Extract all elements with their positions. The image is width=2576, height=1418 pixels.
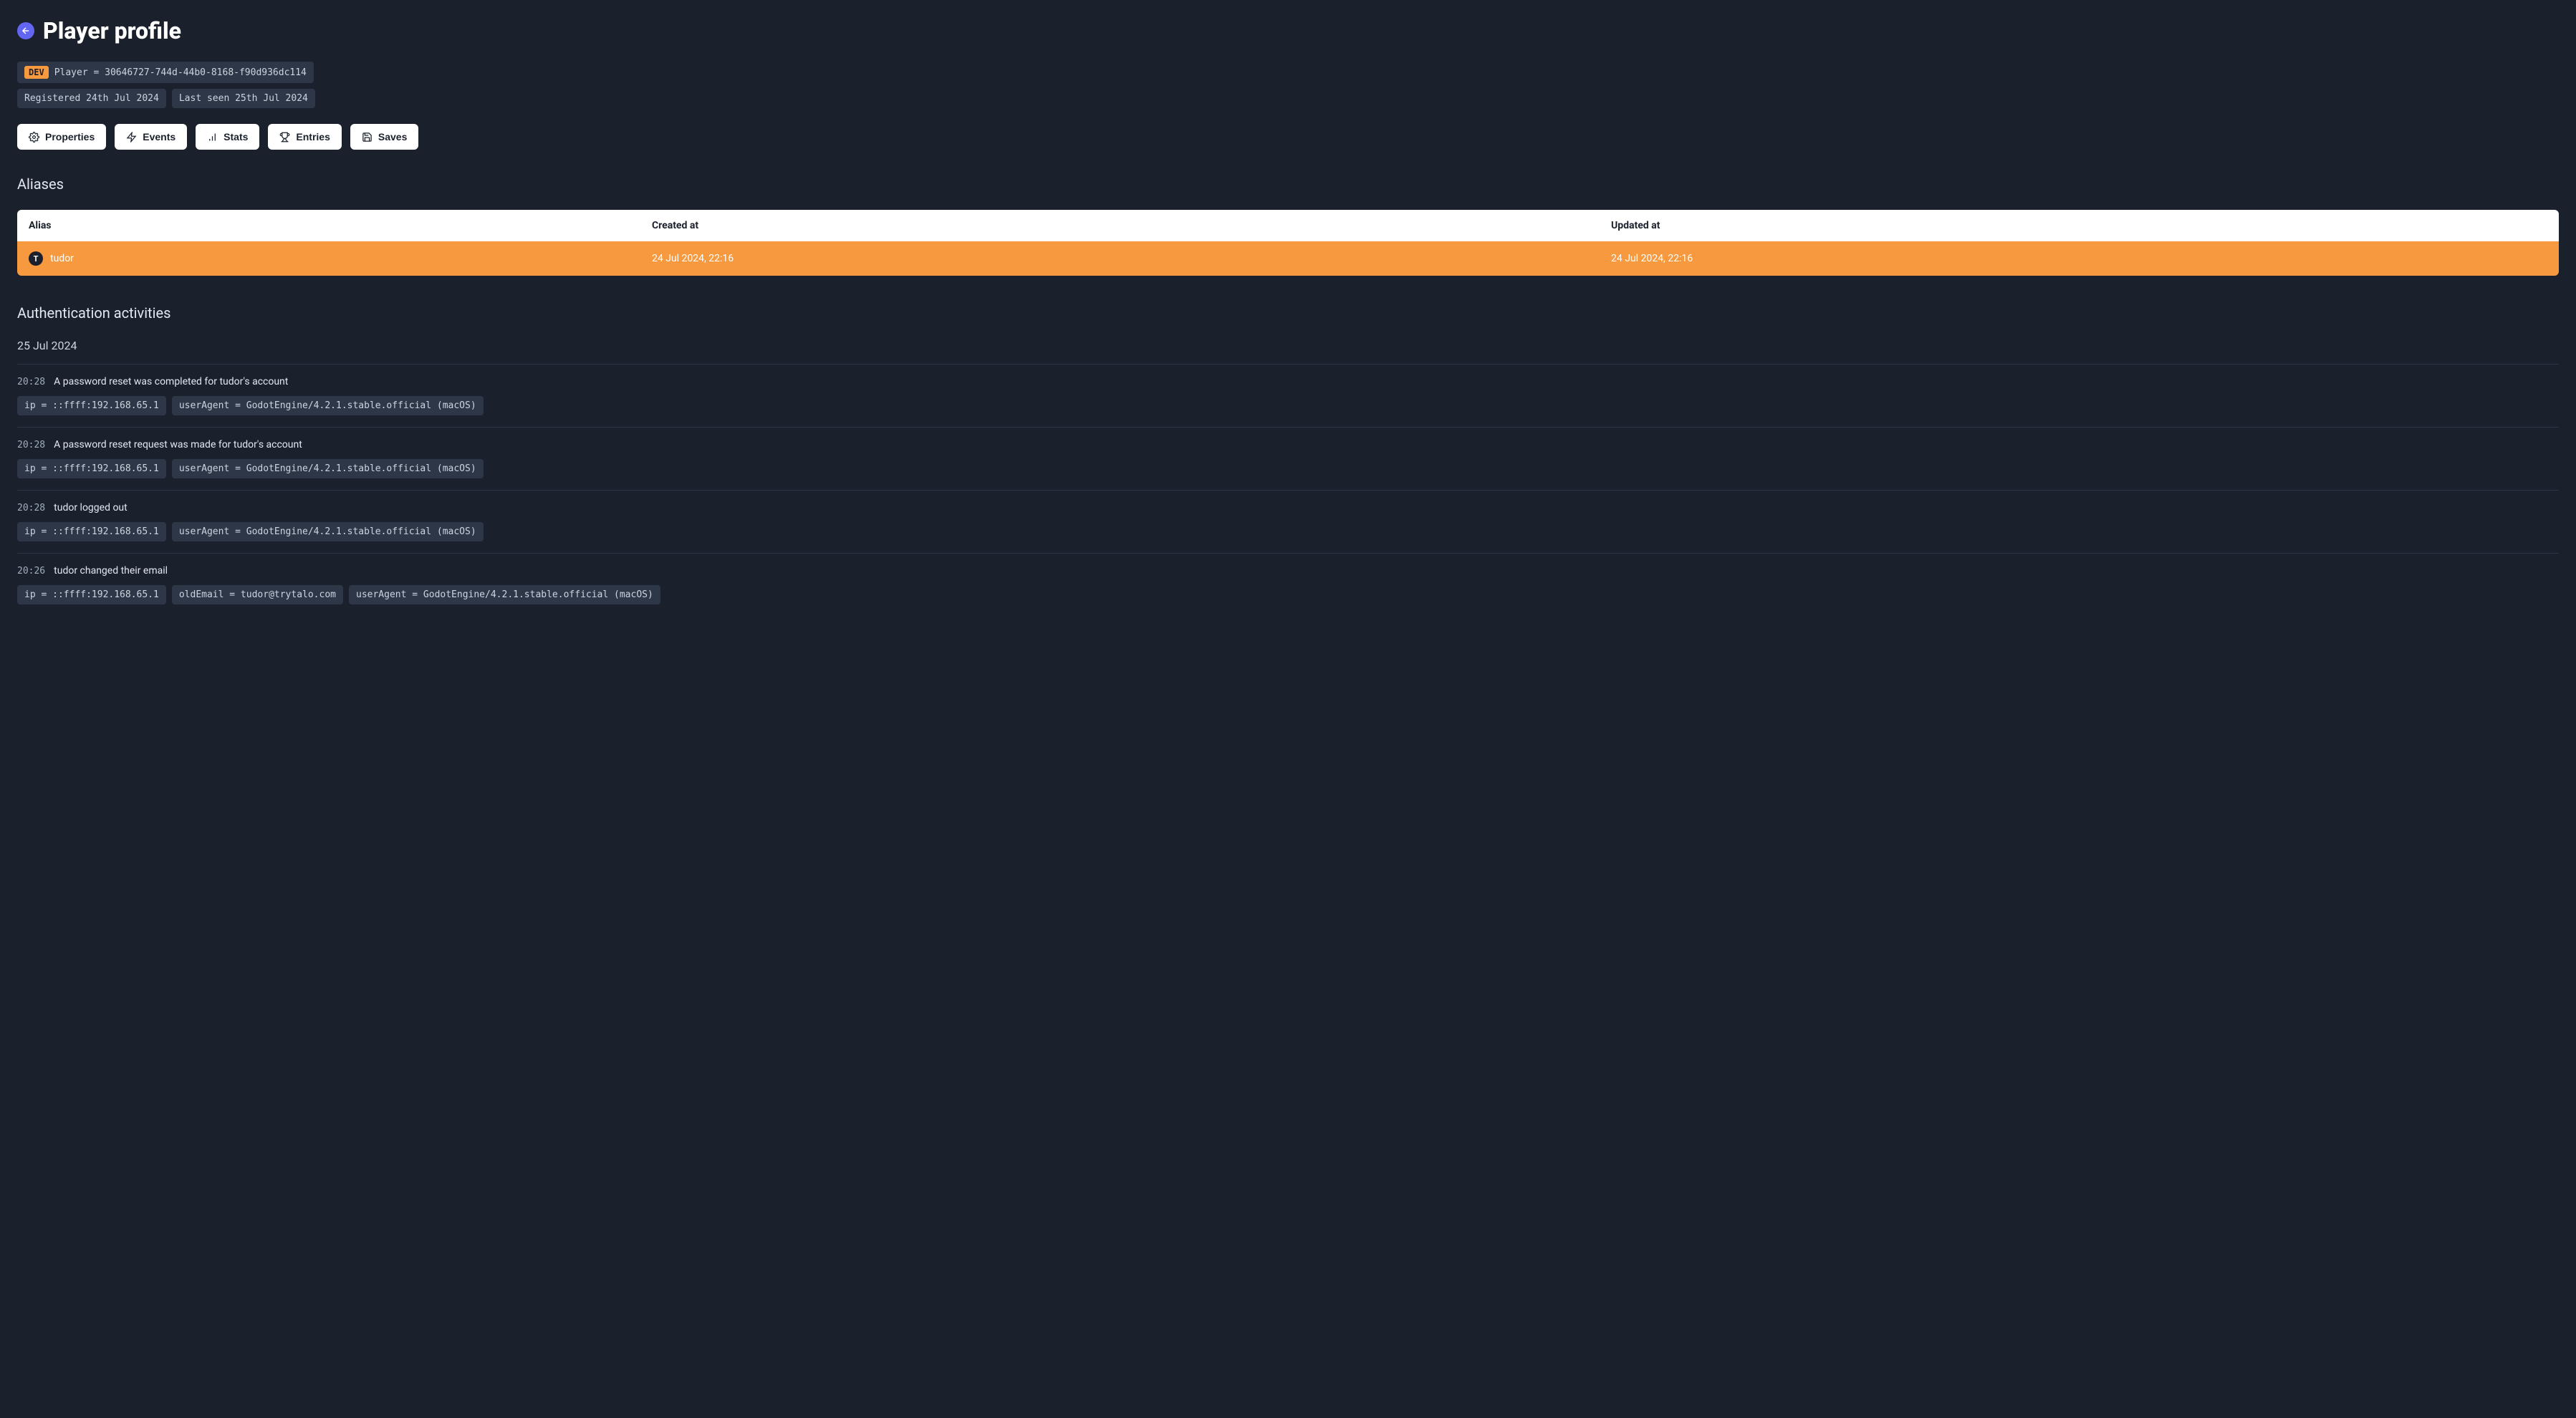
alias-updated: 24 Jul 2024, 22:16 (1600, 241, 2559, 276)
gear-icon (29, 132, 39, 143)
arrow-left-icon (21, 26, 31, 36)
activity-item: 20:28 tudor logged outip = ::ffff:192.168… (17, 490, 2559, 553)
activity-time: 20:28 (17, 440, 45, 450)
th-created: Created at (640, 210, 1600, 241)
tab-stats[interactable]: Stats (196, 124, 259, 150)
tab-label: Saves (378, 131, 407, 143)
aliases-table: Alias Created at Updated at T tudor 24 J… (17, 210, 2559, 276)
aliases-heading: Aliases (17, 175, 2559, 193)
activity-tag: oldEmail = tudor@trytalo.com (172, 585, 343, 604)
trophy-icon (279, 132, 290, 143)
bar-chart-icon (207, 132, 218, 143)
activity-description: A password reset request was made for tu… (54, 439, 302, 450)
registered-badge: Registered 24th Jul 2024 (17, 89, 166, 108)
page-title: Player profile (43, 17, 181, 44)
auth-heading: Authentication activities (17, 304, 2559, 322)
activity-tag: userAgent = GodotEngine/4.2.1.stable.off… (172, 459, 484, 478)
tab-label: Properties (45, 131, 95, 143)
back-button[interactable] (17, 22, 34, 39)
activity-description: A password reset was completed for tudor… (54, 376, 288, 387)
tab-label: Events (143, 131, 176, 143)
activity-item: 20:28 A password reset request was made f… (17, 427, 2559, 490)
activity-time: 20:28 (17, 377, 45, 387)
activity-tag: userAgent = GodotEngine/4.2.1.stable.off… (172, 522, 484, 541)
save-icon (362, 132, 373, 143)
activity-tag: userAgent = GodotEngine/4.2.1.stable.off… (172, 396, 484, 415)
activity-tag: ip = ::ffff:192.168.65.1 (17, 459, 166, 478)
th-updated: Updated at (1600, 210, 2559, 241)
tab-saves[interactable]: Saves (350, 124, 418, 150)
last-seen-badge: Last seen 25th Jul 2024 (172, 89, 315, 108)
activity-description: tudor changed their email (54, 565, 168, 577)
player-id-badge: DEV Player = 30646727-744d-44b0-8168-f90… (17, 62, 314, 83)
activity-time: 20:26 (17, 566, 45, 577)
activity-item: 20:26 tudor changed their emailip = ::fff… (17, 553, 2559, 616)
activity-tag: ip = ::ffff:192.168.65.1 (17, 522, 166, 541)
table-row[interactable]: T tudor 24 Jul 2024, 22:16 24 Jul 2024, … (17, 241, 2559, 276)
tab-events[interactable]: Events (115, 124, 187, 150)
activity-tag: ip = ::ffff:192.168.65.1 (17, 585, 166, 604)
activity-time: 20:28 (17, 503, 45, 513)
player-id-text: Player = 30646727-744d-44b0-8168-f90d936… (54, 67, 307, 78)
alias-provider-icon: T (29, 251, 43, 266)
tab-entries[interactable]: Entries (268, 124, 341, 150)
th-alias: Alias (17, 210, 640, 241)
tab-properties[interactable]: Properties (17, 124, 106, 150)
alias-name: tudor (50, 253, 74, 264)
dev-tag: DEV (24, 66, 49, 79)
auth-date: 25 Jul 2024 (17, 339, 2559, 352)
activity-item: 20:28 A password reset was completed for … (17, 364, 2559, 427)
activity-tag: userAgent = GodotEngine/4.2.1.stable.off… (349, 585, 660, 604)
activity-description: tudor logged out (54, 502, 128, 513)
alias-created: 24 Jul 2024, 22:16 (640, 241, 1600, 276)
activity-tag: ip = ::ffff:192.168.65.1 (17, 396, 166, 415)
lightning-icon (126, 132, 137, 143)
tab-label: Stats (224, 131, 248, 143)
tab-label: Entries (296, 131, 330, 143)
